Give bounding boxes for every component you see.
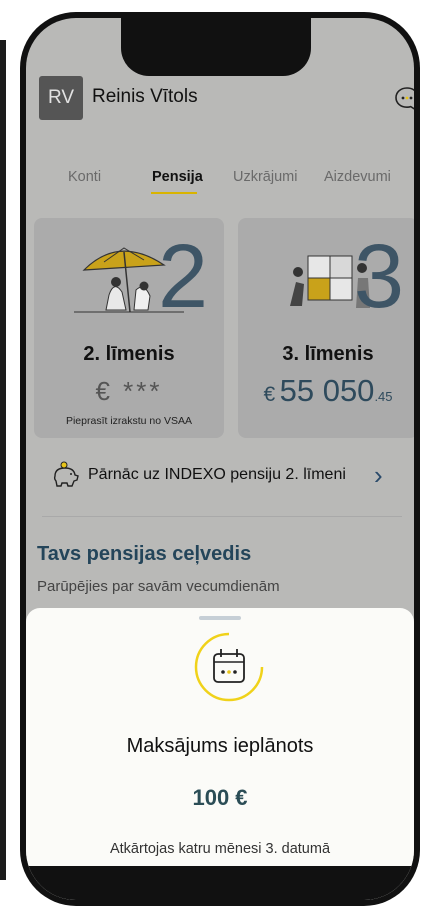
recurrence-note: Atkārtojas katru mēnesi 3. datumā bbox=[109, 841, 331, 857]
payment-amount: 100 € bbox=[192, 785, 248, 810]
home-indicator-bar bbox=[26, 866, 414, 900]
avatar[interactable]: RV bbox=[39, 76, 83, 120]
guide-subtitle: Parūpējies par savām vecumdienām bbox=[37, 578, 280, 595]
active-tab-indicator bbox=[151, 192, 197, 194]
amount-decimal: .45 bbox=[374, 389, 393, 404]
calendar-badge bbox=[192, 630, 266, 704]
guide-title: Tavs pensijas ceļvedis bbox=[37, 543, 252, 565]
tab-konti[interactable]: Konti bbox=[68, 169, 101, 185]
sheet-title: Maksājums ieplānots bbox=[126, 735, 314, 757]
card-title: 2. līmenis bbox=[83, 343, 175, 365]
card-title: 3. līmenis bbox=[282, 343, 374, 365]
chevron-right-icon: › bbox=[374, 460, 383, 490]
chat-bubble-icon[interactable] bbox=[394, 86, 414, 112]
level-number: 3 bbox=[354, 227, 405, 327]
adjacent-device-edge bbox=[0, 40, 6, 880]
phone-frame: RV Reinis Vītols Konti Pensija Uzkrājumi… bbox=[20, 12, 420, 906]
tab-uzkrajumi[interactable]: Uzkrājumi bbox=[233, 169, 297, 185]
app-screen: RV Reinis Vītols Konti Pensija Uzkrājumi… bbox=[26, 18, 414, 900]
payment-scheduled-sheet: Maksājums ieplānots 100 € Atkārtojas kat… bbox=[26, 608, 414, 900]
tab-pensija[interactable]: Pensija bbox=[152, 169, 203, 185]
calendar-icon bbox=[194, 632, 264, 702]
currency-symbol: € bbox=[263, 383, 276, 406]
amount-integer: 55 050 bbox=[279, 373, 375, 408]
masked-balance: € *** bbox=[95, 376, 163, 406]
divider bbox=[42, 516, 402, 517]
pension-level-2-card[interactable]: 2 2. līmenis € *** Pieprasīt izrakstu no… bbox=[34, 218, 224, 438]
device-notch bbox=[121, 18, 311, 76]
indexo-transfer-promo[interactable]: Pārnāc uz INDEXO pensiju 2. līmeni › bbox=[26, 456, 414, 496]
level-number: 2 bbox=[158, 227, 209, 327]
tab-aizdevumi[interactable]: Aizdevumi bbox=[324, 169, 391, 185]
promo-text: Pārnāc uz INDEXO pensiju 2. līmeni bbox=[88, 466, 346, 483]
user-name: Reinis Vītols bbox=[92, 86, 198, 107]
sheet-drag-handle[interactable] bbox=[199, 616, 241, 620]
request-statement-link[interactable]: Pieprasīt izrakstu no VSAA bbox=[34, 415, 224, 427]
pension-level-3-card[interactable]: 3 3. līmenis € 55 050.45 bbox=[238, 218, 414, 438]
piggy-bank-icon bbox=[53, 461, 79, 487]
tab-bar: Konti Pensija Uzkrājumi Aizdevumi bbox=[26, 169, 414, 199]
balance-amount: € 55 050.45 bbox=[238, 373, 414, 409]
